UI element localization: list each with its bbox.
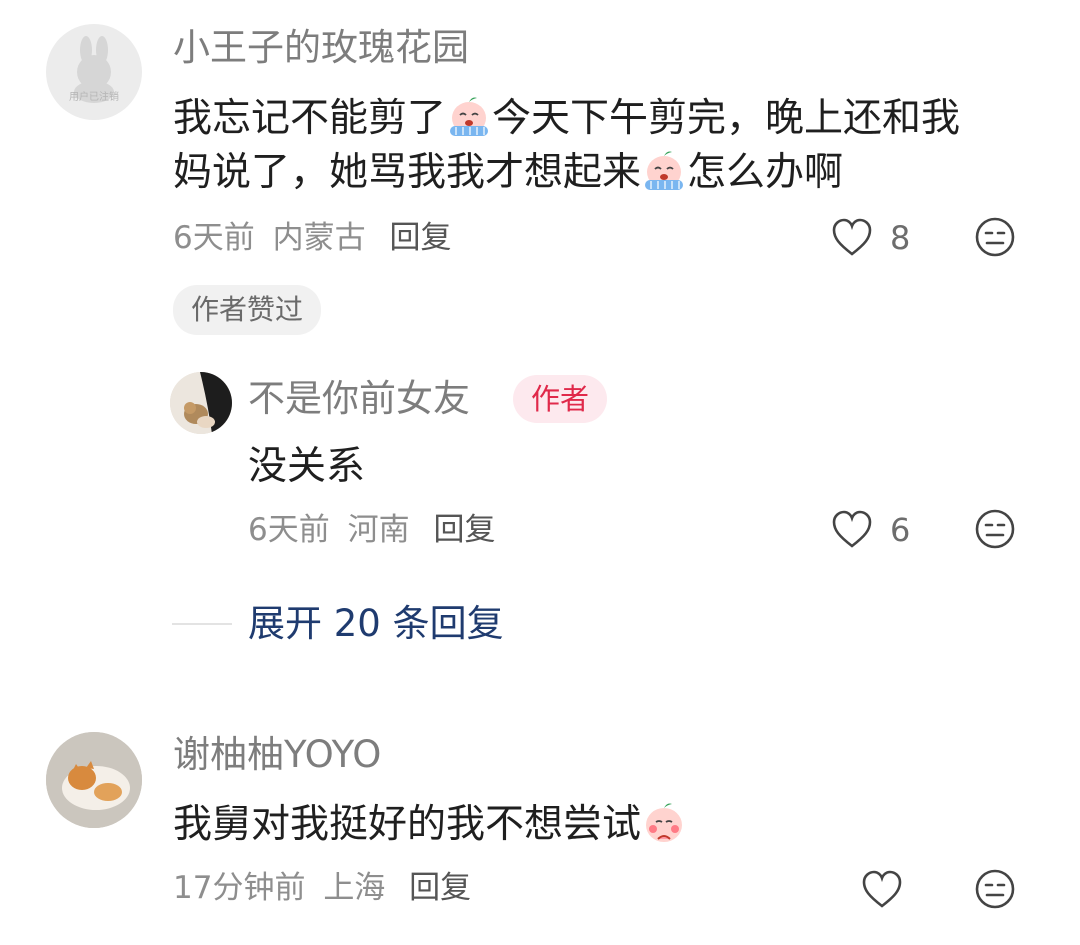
comment-meta: 6天前 内蒙古 回复 bbox=[173, 218, 451, 258]
heart-icon bbox=[832, 510, 872, 548]
reply-meta: 6天前 河南 回复 bbox=[248, 510, 495, 550]
dislike-button[interactable] bbox=[972, 866, 1018, 912]
shy-emoji-icon bbox=[641, 799, 687, 845]
like-button[interactable] bbox=[858, 866, 906, 914]
reply-button[interactable]: 回复 bbox=[433, 512, 495, 548]
comment-text: 我舅对我挺好的我不想尝试 bbox=[173, 798, 687, 852]
dislike-button[interactable] bbox=[972, 506, 1018, 552]
expand-divider bbox=[172, 623, 232, 625]
heart-icon bbox=[862, 870, 902, 908]
like-button[interactable] bbox=[828, 506, 876, 554]
meh-face-icon bbox=[975, 869, 1015, 909]
like-count: 8 bbox=[890, 219, 911, 257]
cat-photo-icon bbox=[46, 732, 142, 828]
rabbit-silhouette-icon bbox=[74, 36, 114, 103]
crying-emoji-icon bbox=[641, 147, 687, 193]
crying-emoji-icon bbox=[446, 93, 492, 139]
dislike-button[interactable] bbox=[972, 214, 1018, 260]
reply-button[interactable]: 回复 bbox=[389, 220, 451, 256]
reply-username[interactable]: 不是你前女友 bbox=[248, 377, 470, 421]
avatar-deactivated-user[interactable]: 用户已注销 bbox=[46, 24, 142, 120]
author-badge: 作者 bbox=[513, 375, 608, 423]
comment-location: 内蒙古 bbox=[272, 220, 366, 256]
reply-text: 没关系 bbox=[248, 444, 366, 489]
reply-time: 6天前 bbox=[248, 512, 330, 548]
like-button[interactable] bbox=[828, 214, 876, 262]
comment-time: 17分钟前 bbox=[173, 870, 306, 906]
comment-time: 6天前 bbox=[173, 220, 255, 256]
expand-replies-link[interactable]: 展开 20 条回复 bbox=[248, 602, 504, 646]
like-count: 6 bbox=[890, 511, 911, 549]
meh-face-icon bbox=[975, 217, 1015, 257]
comment-location: 上海 bbox=[323, 870, 386, 906]
reply-location: 河南 bbox=[347, 512, 410, 548]
comment-username[interactable]: 谢柚柚YOYO bbox=[173, 733, 381, 777]
meh-face-icon bbox=[975, 509, 1015, 549]
avatar-photo-icon bbox=[170, 372, 232, 434]
comment-meta: 17分钟前 上海 回复 bbox=[173, 868, 471, 908]
comment-username[interactable]: 小王子的玫瑰花园 bbox=[173, 26, 469, 70]
heart-icon bbox=[832, 218, 872, 256]
comment-text: 我忘记不能剪了 今天下午剪完，晚上还和我 妈说了，她骂我我才想起来 怎么办啊 bbox=[173, 92, 1033, 200]
comment-avatar[interactable] bbox=[46, 732, 142, 828]
deactivated-label: 用户已注销 bbox=[69, 92, 119, 103]
reply-button[interactable]: 回复 bbox=[409, 870, 471, 906]
author-liked-tag: 作者赞过 bbox=[173, 285, 322, 335]
reply-avatar[interactable] bbox=[170, 372, 232, 434]
